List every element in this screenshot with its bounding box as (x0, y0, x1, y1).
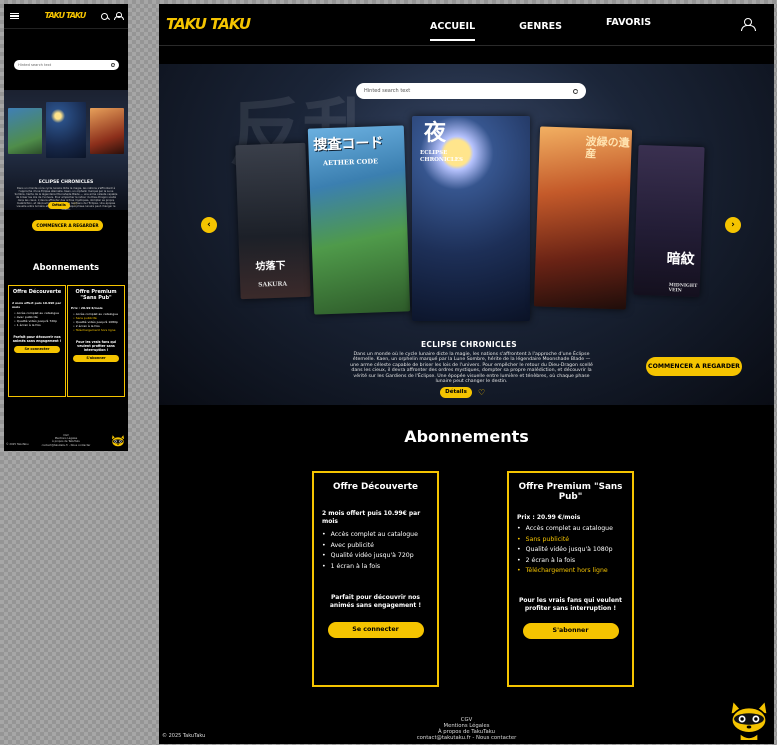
subscribe-button[interactable]: S'abonner (73, 355, 119, 363)
login-button[interactable]: Se connecter (14, 345, 60, 353)
copyright: © 2025 TakuTaku (6, 443, 29, 446)
search-icon[interactable] (100, 12, 108, 20)
plan-tagline: Parfait pour découvrir nos animés sans e… (329, 594, 422, 609)
main-nav: ACCUEIL GENRES FAVORIS (430, 9, 651, 41)
subscriptions-title: Abonnements (32, 263, 100, 273)
cover-subtitle: SAKURA (258, 280, 288, 289)
plan-feature: Qualité vidéo jusqu'à 1080p (517, 545, 624, 556)
hero-description: Dans un monde où le cycle lunaire dicte … (350, 352, 593, 385)
plan-card-premium: Offre Premium "Sans Pub" Prix : 20.99 €/… (507, 471, 634, 687)
plan-feature: 1 écran à la fois (322, 562, 429, 573)
user-icon[interactable] (113, 12, 124, 20)
cover-title: 夜 (424, 120, 447, 146)
footer-link-contact[interactable]: contact@takutaku.fr - Nous contacter (159, 735, 774, 741)
search-input[interactable]: Hinted search text (356, 83, 586, 99)
login-button[interactable]: Se connecter (327, 622, 424, 638)
plan-feature: Téléchargement hors ligne (73, 328, 121, 332)
hero-title: ECLIPSE CHRONICLES (420, 340, 518, 349)
cover-subtitle: AETHER CODE (322, 157, 379, 168)
plan-tagline: Pour les vrais fans qui veulent profiter… (518, 596, 623, 612)
cover-title: 坊落下 (255, 260, 286, 273)
plan-feature: Qualité vidéo jusqu'à 720p (322, 551, 429, 562)
plan-feature: Téléchargement hors ligne (517, 566, 624, 577)
plan-name: Offre Premium "Sans Pub" (75, 289, 117, 301)
cover-legacy[interactable]: 波緑の遺産 (533, 126, 633, 310)
cover-eclipse-chronicles[interactable] (46, 102, 86, 158)
plan-card-premium: Offre Premium "Sans Pub" Prix : 20.99 €/… (67, 285, 125, 397)
logo[interactable]: TAKU TAKU (45, 11, 87, 20)
plan-name: Offre Découverte (333, 482, 418, 492)
plan-name: Offre Découverte (12, 289, 62, 295)
plan-feature: Accès complet au catalogue (322, 530, 429, 541)
raccoon-mascot-icon (111, 433, 125, 447)
plan-feature: 1 écran à la fois (14, 323, 62, 327)
plan-feature: Accès complet au catalogue (14, 311, 62, 315)
cover-title: 捜査コード (313, 135, 384, 154)
search-input[interactable]: Hinted search text (14, 60, 119, 70)
cover-title: 波緑の遺産 (585, 135, 630, 161)
logo[interactable]: TAKU TAKU (166, 17, 251, 32)
carousel-next-chevron-right-icon[interactable]: › (725, 217, 741, 233)
desktop-header: TAKU TAKU ACCUEIL GENRES FAVORIS (159, 4, 774, 46)
plan-price: Prix : 20.99 €/mois (517, 514, 581, 521)
favorite-heart-icon[interactable]: ♡ (478, 388, 485, 397)
hero-carousel: 反乱 Hinted search text 坊落下 SAKURA 捜査コード A… (159, 64, 774, 405)
plan-feature: 2 écran à la fois (517, 556, 624, 567)
mobile-header: TAKU TAKU (4, 4, 128, 29)
plan-feature: Accès complet au catalogue (517, 524, 624, 535)
cover-legacy[interactable] (90, 108, 124, 154)
favorite-heart-icon[interactable]: ♡ (73, 203, 77, 208)
cover-sakura[interactable]: 坊落下 SAKURA (235, 142, 311, 300)
plan-card-discovery: Offre Découverte 2 mois offert puis 10.9… (8, 285, 66, 397)
cover-eclipse-chronicles[interactable]: 夜 ECLIPSE CHRONICLES (412, 116, 530, 321)
plan-price: 2 mois offert puis 10.99€ par mois (322, 510, 421, 525)
cover-aether-code[interactable] (8, 108, 42, 154)
plan-tagline: Parfait pour découvrir nos animés sans e… (12, 334, 62, 343)
subscribe-button[interactable]: S'abonner (522, 622, 619, 639)
mobile-view: TAKU TAKU Hinted search text ECLIPSE CHR… (4, 4, 128, 451)
cover-title: 暗紋 (666, 250, 695, 268)
hamburger-menu-icon[interactable] (10, 12, 19, 20)
cover-subtitle: ECLIPSE CHRONICLES (420, 150, 463, 163)
nav-favoris[interactable]: FAVORIS (606, 5, 651, 41)
plan-price: Prix : 20.99 €/mois (71, 306, 103, 311)
raccoon-mascot-icon (729, 698, 769, 742)
plan-tagline: Pour les vrais fans qui veulent profiter… (75, 340, 117, 353)
footer-links: CGV Mentions Légales À propos de TakuTak… (159, 717, 774, 741)
hero-title: ECLIPSE CHRONICLES (38, 180, 94, 185)
search-icon (111, 63, 115, 67)
user-account-icon[interactable] (740, 18, 756, 31)
desktop-view: TAKU TAKU ACCUEIL GENRES FAVORIS 反乱 Hint… (159, 4, 774, 744)
plan-feature: Sans publicité (517, 535, 624, 546)
search-icon (573, 88, 578, 94)
plan-card-discovery: Offre Découverte 2 mois offert puis 10.9… (312, 471, 439, 687)
copyright: © 2025 TakuTaku (162, 733, 206, 739)
search-placeholder: Hinted search text (364, 88, 411, 94)
plan-feature: Qualité vidéo jusqu'à 720p (14, 319, 62, 323)
details-button[interactable]: Détails (48, 202, 70, 209)
nav-accueil[interactable]: ACCUEIL (430, 9, 476, 41)
cover-aether-code[interactable]: 捜査コード AETHER CODE (307, 125, 411, 315)
cover-subtitle: MIDNIGHT VEIN (668, 283, 698, 293)
plan-name: Offre Premium "Sans Pub" (518, 482, 623, 502)
subscriptions-title: Abonnements (404, 427, 529, 446)
search-placeholder: Hinted search text (18, 63, 52, 67)
start-watching-button[interactable]: COMMENCER A REGARDER (646, 357, 742, 376)
plan-price: 2 mois offert puis 10.99€ par mois (12, 300, 62, 309)
start-watching-button[interactable]: COMMENCER A REGARDER (32, 220, 103, 231)
nav-genres[interactable]: GENRES (519, 9, 562, 41)
plan-feature: Avec publicité (322, 541, 429, 552)
cover-midnight-vein[interactable]: 暗紋 MIDNIGHT VEIN (633, 144, 705, 298)
carousel-prev-chevron-left-icon[interactable]: ‹ (201, 217, 217, 233)
details-button[interactable]: Détails (440, 387, 472, 398)
